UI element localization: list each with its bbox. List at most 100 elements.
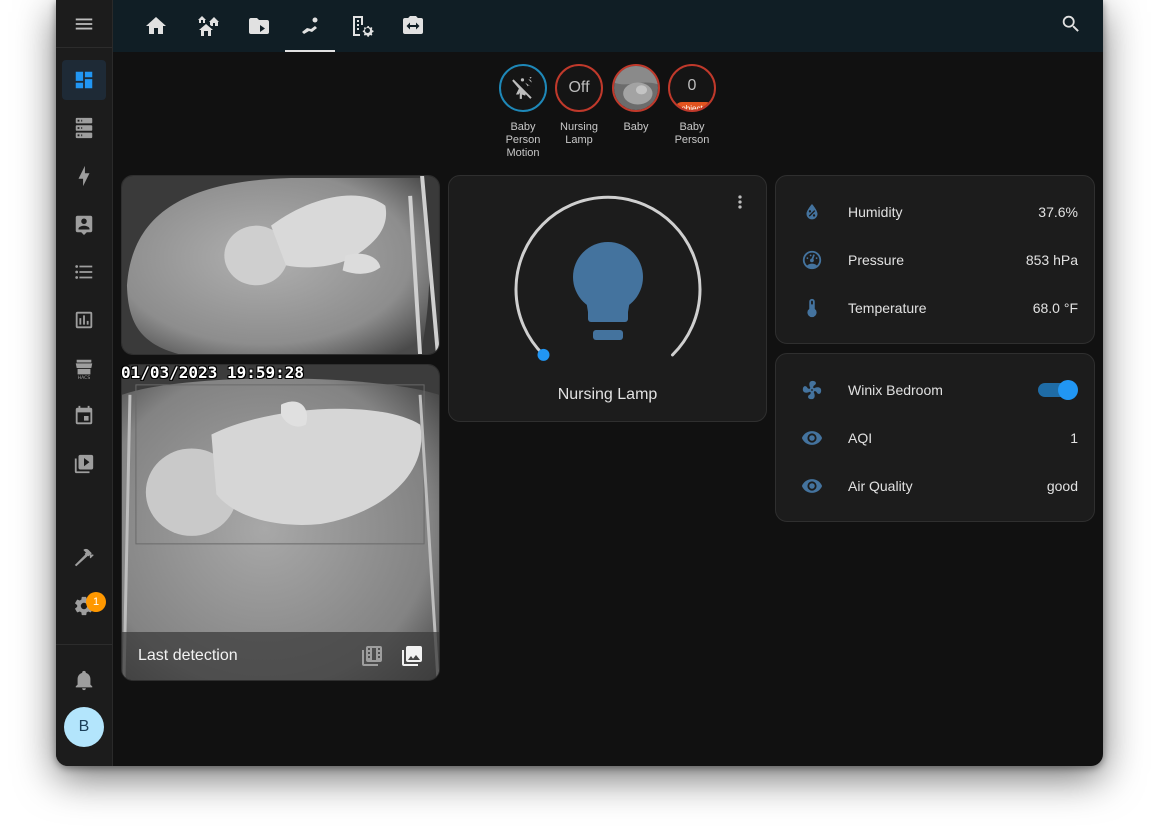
hammer-icon — [74, 548, 94, 567]
format-list-bulleted-icon — [75, 265, 93, 279]
badge-baby[interactable]: Baby — [608, 64, 664, 134]
camera-footer: Last detection — [122, 632, 439, 680]
home-group-icon — [198, 16, 219, 36]
folder-play-icon — [249, 18, 269, 34]
svg-text:HACS: HACS — [78, 375, 91, 379]
sidebar-item-person[interactable] — [62, 204, 106, 244]
badge-label: Baby — [623, 121, 649, 133]
badge-circle — [612, 64, 660, 112]
sidebar-item-developer-tools[interactable] — [62, 538, 106, 578]
lightbulb-icon — [573, 242, 643, 340]
entity-row-pressure[interactable]: Pressure 853 hPa — [776, 240, 1094, 280]
entity-name: AQI — [848, 430, 873, 446]
eye-icon — [800, 474, 824, 498]
entity-value: 68.0 °F — [1032, 300, 1078, 316]
play-box-icon — [74, 454, 94, 474]
badge-label: Nursing Lamp — [560, 121, 598, 146]
badge-nursing-lamp[interactable]: Off Nursing Lamp — [551, 64, 607, 147]
sidebar-divider — [56, 644, 112, 645]
entity-value: good — [1046, 478, 1078, 494]
thermometer-icon — [800, 296, 824, 320]
snapshots-button[interactable] — [400, 644, 424, 668]
entity-row-winix-bedroom[interactable]: Winix Bedroom — [776, 370, 1094, 410]
tab-baby[interactable] — [285, 0, 335, 52]
magnify-icon — [1062, 15, 1079, 32]
tab-home-group[interactable] — [183, 0, 233, 52]
badge-circle — [499, 64, 547, 112]
settings-notification-badge: 1 — [86, 592, 106, 612]
lightning-bolt-icon — [78, 165, 90, 187]
fan-icon — [800, 378, 824, 402]
camera-image — [122, 176, 439, 354]
chart-box-icon — [75, 311, 93, 329]
water-percent-icon — [800, 200, 824, 224]
camera-thumbnail — [614, 66, 658, 110]
baby-crawl-icon — [302, 17, 318, 34]
entity-row-temperature[interactable]: Temperature 68.0 °F — [776, 288, 1094, 328]
tab-home[interactable] — [131, 0, 181, 52]
badge-circle: 0 objects — [668, 64, 716, 112]
bell-icon — [75, 670, 93, 691]
badge-label: Baby Person — [674, 121, 710, 146]
entity-value: 853 hPa — [1025, 252, 1078, 268]
last-detection-card[interactable]: Last detection — [121, 364, 440, 681]
badge-baby-person-motion[interactable]: Baby Person Motion — [495, 64, 551, 160]
gauge-icon — [800, 248, 824, 272]
view-dashboard-icon — [75, 71, 93, 89]
toggle-knob — [1058, 380, 1078, 400]
sidebar-item-history[interactable] — [62, 300, 106, 340]
tab-building[interactable] — [337, 0, 387, 52]
entity-name: Humidity — [848, 204, 903, 220]
eye-icon — [800, 426, 824, 450]
hamburger-icon — [75, 18, 93, 29]
server-icon — [75, 117, 93, 139]
top-app-bar — [113, 0, 1103, 52]
sidebar-item-calendar[interactable] — [62, 396, 106, 436]
camera-timestamp-overlay: 01/03/2023 19:59:28 — [121, 363, 305, 382]
sidebar-item-energy-storage[interactable] — [62, 108, 106, 148]
entity-row-aqi[interactable]: AQI 1 — [776, 418, 1094, 458]
badge-baby-person[interactable]: 0 objects Baby Person — [664, 64, 720, 147]
home-icon — [146, 17, 166, 34]
clips-button[interactable] — [360, 644, 384, 668]
calendar-icon — [75, 405, 93, 425]
fan-toggle-switch[interactable] — [1038, 380, 1078, 400]
search-button[interactable] — [1049, 0, 1093, 48]
badge-unit-label: objects — [675, 102, 713, 110]
air-entities-card: Winix Bedroom AQI 1 Air Quality good — [775, 353, 1095, 522]
sidebar-item-media[interactable] — [62, 444, 106, 484]
entity-name: Winix Bedroom — [848, 382, 943, 398]
camera-footer-title: Last detection — [138, 647, 238, 664]
camera-live-card[interactable] — [121, 175, 440, 355]
sidebar-item-notifications[interactable] — [62, 660, 106, 700]
image-multiple-icon — [402, 646, 422, 666]
light-name: Nursing Lamp — [557, 386, 658, 403]
menu-button[interactable] — [56, 0, 112, 48]
camera-switch-icon — [403, 16, 423, 34]
entity-row-humidity[interactable]: Humidity 37.6% — [776, 192, 1094, 232]
entity-name: Pressure — [848, 252, 905, 268]
motion-sensor-off-icon — [512, 77, 532, 99]
sidebar: HACS 1 B — [56, 0, 113, 766]
entity-row-air-quality[interactable]: Air Quality good — [776, 466, 1094, 506]
tab-camera[interactable] — [388, 0, 438, 52]
sidebar-item-todo[interactable] — [62, 252, 106, 292]
entity-value: 1 — [1070, 430, 1078, 446]
office-building-cog-icon — [353, 16, 374, 37]
light-card-nursing-lamp[interactable]: Nursing Lamp — [448, 175, 767, 422]
app-window: HACS 1 B Baby Person Motion Off Nursing … — [56, 0, 1103, 766]
account-box-icon — [75, 215, 93, 235]
badge-circle: Off — [555, 64, 603, 112]
sidebar-item-hacs[interactable]: HACS — [62, 348, 106, 388]
slider-handle[interactable] — [537, 348, 550, 361]
hacs-icon: HACS — [75, 359, 93, 379]
sensors-entities-card: Humidity 37.6% Pressure 853 hPa Temperat… — [775, 175, 1095, 344]
sidebar-item-overview[interactable] — [62, 60, 106, 100]
entity-value: 37.6% — [1038, 204, 1078, 220]
sidebar-item-energy[interactable] — [62, 156, 106, 196]
user-avatar[interactable]: B — [64, 707, 104, 747]
entity-name: Air Quality — [848, 478, 913, 494]
badge-state: 0 — [687, 77, 697, 94]
tab-media[interactable] — [234, 0, 284, 52]
overflow-menu-button[interactable] — [1097, 0, 1103, 48]
